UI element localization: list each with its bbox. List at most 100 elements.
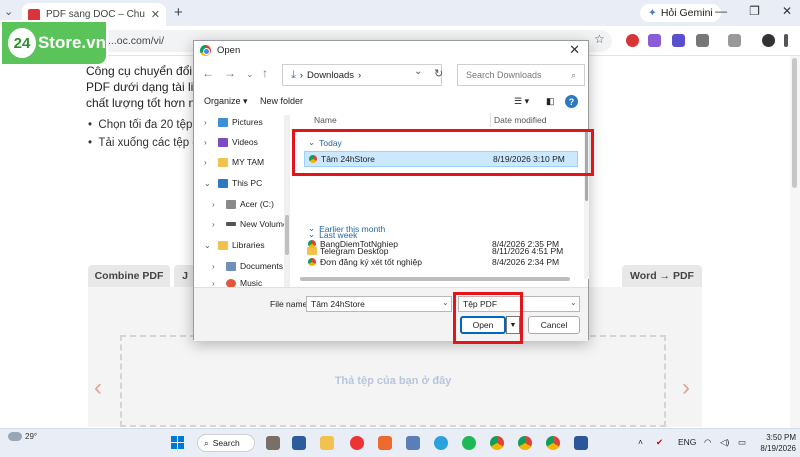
minimize-icon[interactable]: —	[715, 4, 727, 18]
page-scrollbar[interactable]	[790, 56, 800, 428]
telegram-icon[interactable]	[434, 436, 448, 450]
extension-icon[interactable]	[672, 34, 685, 47]
group-header-today[interactable]: ⌄ Today	[308, 137, 342, 148]
chevron-down-icon[interactable]: ⌄	[204, 241, 214, 250]
forward-arrow-icon[interactable]: →	[224, 66, 236, 80]
chevron-right-icon[interactable]: ›	[212, 262, 222, 271]
taskbar-app-icon[interactable]	[292, 436, 306, 450]
cancel-button[interactable]: Cancel	[528, 316, 580, 334]
puzzle-icon[interactable]	[696, 34, 709, 47]
new-tab-plus-icon[interactable]: +	[174, 4, 183, 21]
taskbar-app-icon[interactable]	[378, 436, 392, 450]
chevron-down-icon[interactable]: ⌄	[4, 5, 13, 18]
language-indicator[interactable]: ENG	[678, 437, 696, 447]
volume-icon[interactable]: ◁)	[720, 437, 729, 448]
chevron-down-icon[interactable]: ⌄	[570, 298, 577, 307]
chrome-icon[interactable]	[546, 436, 560, 450]
chrome-icon[interactable]	[490, 436, 504, 450]
tree-item-my-tam[interactable]: › MY TAM	[204, 157, 264, 167]
menu-dots-icon[interactable]	[784, 34, 788, 47]
chevron-right-icon[interactable]: ›	[204, 138, 214, 147]
tree-item-documents[interactable]: › Documents	[212, 261, 283, 271]
open-dropdown-arrow-icon[interactable]: ▼	[506, 316, 520, 334]
new-folder-button[interactable]: New folder	[260, 96, 303, 106]
column-header-name[interactable]: Name	[314, 115, 337, 125]
tree-item-acer-c[interactable]: › Acer (C:)	[212, 199, 274, 209]
extension-icon[interactable]	[648, 34, 661, 47]
start-button[interactable]	[171, 436, 184, 449]
back-arrow-icon[interactable]: ←	[202, 66, 214, 80]
file-type-select[interactable]: Tệp PDF	[458, 296, 580, 312]
wifi-icon[interactable]: ◠	[704, 437, 711, 448]
restore-icon[interactable]: ❐	[749, 4, 760, 18]
chevron-right-icon[interactable]: ›	[204, 158, 214, 167]
up-arrow-icon[interactable]: ↑	[262, 66, 268, 80]
chevron-down-icon[interactable]: ⌄	[204, 179, 214, 188]
horizontal-scrollbar[interactable]	[300, 277, 570, 281]
system-clock[interactable]: 3:50 PM 8/19/2026	[756, 432, 796, 454]
chevron-left-icon[interactable]: ‹	[94, 374, 102, 402]
extension-icon[interactable]	[626, 34, 639, 47]
taskbar-app-icon[interactable]	[266, 436, 280, 450]
chevron-right-icon[interactable]: ›	[212, 220, 222, 229]
preview-pane-icon[interactable]: ◧	[546, 96, 555, 107]
file-row-partial[interactable]	[304, 169, 578, 177]
chrome-icon[interactable]	[518, 436, 532, 450]
tree-item-this-pc[interactable]: ⌄ This PC	[204, 178, 262, 188]
chevron-right-icon[interactable]: ›	[212, 200, 222, 209]
help-icon[interactable]: ?	[565, 95, 578, 108]
scroll-thumb[interactable]	[285, 215, 289, 255]
group-header-earlier[interactable]: ⌄ Earlier this month	[308, 223, 385, 234]
list-scrollbar[interactable]	[584, 129, 589, 279]
tab-combine-pdf[interactable]: Combine PDF	[88, 265, 170, 287]
chevron-right-icon[interactable]: ›	[212, 279, 222, 287]
refresh-icon[interactable]: ↻	[434, 67, 443, 80]
word-icon[interactable]	[574, 436, 588, 450]
file-dropzone[interactable]: Thả tệp của bạn ở đây	[120, 335, 666, 427]
dialog-search-input[interactable]: Search Downloads ⌕	[457, 64, 585, 86]
close-icon[interactable]: ✕	[569, 42, 580, 58]
file-explorer-icon[interactable]	[320, 436, 334, 450]
music-icon	[226, 279, 236, 287]
chevron-right-icon[interactable]: ›	[682, 374, 690, 402]
taskbar-search[interactable]: ⌕ Search	[197, 434, 255, 452]
notepad-icon[interactable]	[406, 436, 420, 450]
bookmark-star-icon[interactable]: ☆	[594, 32, 605, 46]
open-button[interactable]: Open	[460, 316, 506, 334]
chevron-down-icon[interactable]: ⌄	[442, 298, 449, 307]
search-icon: ⌕	[570, 69, 576, 80]
file-row[interactable]: Tâm 24hStore 8/19/2026 3:10 PM	[304, 151, 578, 167]
scroll-thumb[interactable]	[585, 131, 588, 201]
file-row[interactable]: BangDiemTotNghiep 8/4/2026 2:35 PM	[304, 236, 578, 252]
youtube-icon[interactable]	[350, 436, 364, 450]
weather-widget[interactable]: 29°	[8, 432, 37, 441]
chevron-up-icon[interactable]: ˄	[638, 437, 643, 447]
close-window-icon[interactable]: ✕	[782, 4, 792, 18]
tab-word-pdf[interactable]: Word → PDF	[622, 265, 702, 287]
file-name-input[interactable]: Tâm 24hStore	[306, 296, 452, 312]
battery-icon[interactable]: ▭	[738, 437, 746, 448]
tree-item-pictures[interactable]: › Pictures	[204, 117, 263, 127]
tree-item-libraries[interactable]: ⌄ Libraries	[204, 240, 265, 250]
column-header-date[interactable]: Date modified	[494, 115, 546, 125]
tree-item-videos[interactable]: › Videos	[204, 137, 258, 147]
view-options-icon[interactable]: ☰ ▾	[514, 96, 529, 107]
scroll-thumb[interactable]	[792, 58, 797, 188]
file-row[interactable]: Đơn đăng ký xét tốt nghiệp 8/4/2026 2:34…	[304, 254, 578, 270]
spotify-icon[interactable]	[462, 436, 476, 450]
reading-list-icon[interactable]	[728, 34, 741, 47]
gemini-button[interactable]: ✦ Hỏi Gemini	[640, 4, 721, 22]
chevron-right-icon[interactable]: ›	[204, 118, 214, 127]
open-file-dialog: Open ✕ ← → ⌄ ↑ ⤓ › Downloads › ⌄ ↻ Searc…	[193, 40, 589, 341]
organize-button[interactable]: Organize ▾	[204, 96, 248, 107]
column-divider[interactable]	[490, 113, 491, 127]
computer-icon	[218, 178, 228, 188]
tree-scrollbar[interactable]	[284, 115, 290, 287]
avatar[interactable]	[762, 34, 775, 47]
tray-app-icon[interactable]: ✔	[656, 437, 663, 448]
tree-item-new-volume[interactable]: › New Volume	[212, 219, 288, 229]
chevron-down-icon[interactable]: ⌄	[246, 69, 254, 80]
chevron-down-icon[interactable]: ⌄	[414, 66, 422, 77]
tree-item-music[interactable]: › Music	[212, 279, 262, 287]
close-icon[interactable]: ✕	[151, 8, 160, 21]
